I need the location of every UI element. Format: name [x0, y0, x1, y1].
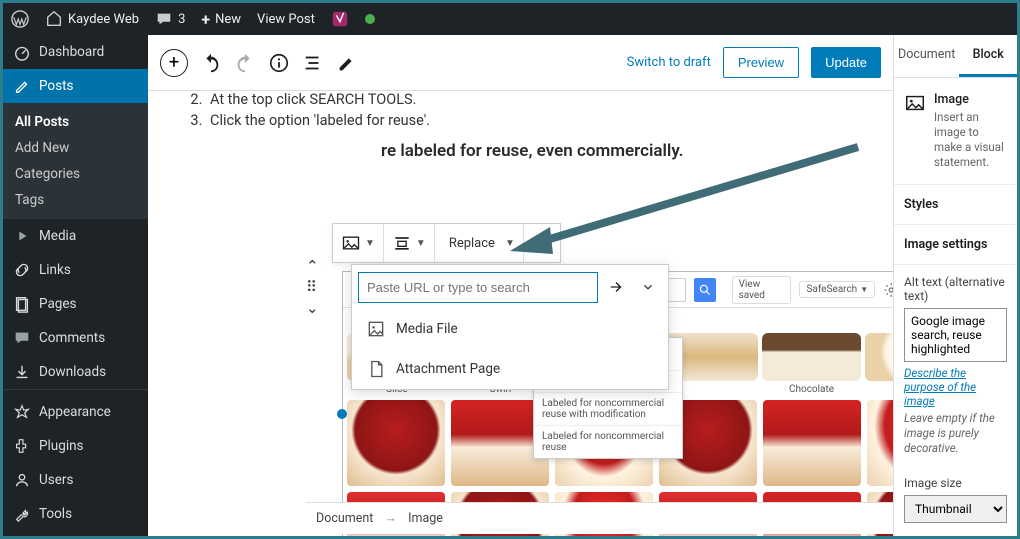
view-post[interactable]: View Post — [257, 12, 315, 27]
block-toolbar: ▼ ▼ Replace▼ — [332, 223, 561, 263]
heading[interactable]: re labeled for reuse, even commercially. — [381, 141, 893, 161]
block-breadcrumb: Document → Image — [306, 502, 893, 534]
link-url-input[interactable] — [358, 272, 598, 303]
move-down-button[interactable]: ⌄ — [306, 301, 319, 316]
sidebar-tools[interactable]: Tools — [3, 497, 148, 531]
image-result[interactable] — [347, 400, 445, 486]
sidebar-settings[interactable]: Settings — [3, 531, 148, 536]
menu-item[interactable]: Labeled for noncommercial reuse — [534, 426, 682, 458]
breadcrumb-document[interactable]: Document — [316, 511, 373, 526]
image-result[interactable] — [763, 400, 861, 486]
sidebar-posts[interactable]: Posts — [3, 69, 148, 103]
editor-topbar: + Switch to draft Preview Update — [148, 35, 893, 91]
admin-bar: Kaydee Web 3 +New View Post — [3, 3, 1017, 35]
new-content[interactable]: +New — [201, 10, 241, 29]
image-size-select[interactable]: Thumbnail — [904, 495, 1007, 523]
admin-sidebar: Dashboard Posts All Posts Add New Catego… — [3, 35, 148, 536]
sidebar-tags[interactable]: Tags — [3, 187, 148, 213]
sidebar-media[interactable]: Media — [3, 219, 148, 253]
link-button[interactable] — [524, 224, 560, 262]
alt-text-label: Alt text (alternative text) — [904, 275, 1007, 303]
align-button[interactable]: ▼ — [384, 224, 435, 262]
site-name[interactable]: Kaydee Web — [45, 10, 139, 28]
edit-button[interactable] — [336, 52, 358, 74]
google-settings-icon[interactable] — [883, 281, 893, 299]
sidebar-dashboard[interactable]: Dashboard — [3, 35, 148, 69]
tab-document[interactable]: Document — [894, 35, 959, 77]
list-item[interactable]: At the top click SEARCH TOOLS. — [206, 91, 893, 108]
styles-section[interactable]: Styles — [894, 185, 1017, 225]
menu-item[interactable]: Labeled for noncommercial reuse with mod… — [534, 393, 682, 426]
thumb-label — [707, 381, 709, 395]
block-type-button[interactable]: ▼ — [333, 224, 384, 262]
google-search-button[interactable] — [694, 278, 716, 302]
link-options-button[interactable] — [634, 271, 662, 303]
preview-button[interactable]: Preview — [723, 47, 799, 78]
resize-handle[interactable] — [337, 409, 347, 419]
info-button[interactable] — [268, 52, 290, 74]
sidebar-links[interactable]: Links — [3, 253, 148, 287]
sidebar-categories[interactable]: Categories — [3, 161, 148, 187]
sidebar-add-new[interactable]: Add New — [3, 135, 148, 161]
sidebar-comments[interactable]: Comments — [3, 321, 148, 355]
status-dot-icon — [365, 14, 375, 24]
sidebar-downloads[interactable]: Downloads — [3, 355, 148, 389]
safesearch[interactable]: SafeSearch ▼ — [799, 281, 875, 298]
link-attachment-page[interactable]: Attachment Page — [352, 349, 668, 389]
image-settings-section[interactable]: Image settings — [894, 225, 1017, 265]
block-title: Image — [934, 92, 1007, 107]
drag-handle[interactable]: ⠿ — [306, 280, 319, 295]
view-saved[interactable]: View saved — [732, 276, 792, 304]
image-result[interactable] — [867, 400, 893, 486]
yoast-icon[interactable] — [331, 10, 349, 28]
settings-sidebar: Document Block Image Insert an image to … — [893, 35, 1017, 536]
add-block-button[interactable]: + — [160, 49, 188, 77]
sidebar-all-posts[interactable]: All Posts — [3, 109, 148, 135]
sidebar-appearance[interactable]: Appearance — [3, 395, 148, 429]
link-media-file[interactable]: Media File — [352, 309, 668, 349]
image-size-label: Image size — [904, 476, 1007, 490]
replace-button[interactable]: Replace▼ — [435, 224, 524, 262]
image-icon — [904, 92, 926, 114]
tab-block[interactable]: Block — [959, 35, 1017, 77]
comments-count[interactable]: 3 — [155, 10, 185, 28]
alt-help-text: Leave empty if the image is purely decor… — [904, 411, 1007, 456]
submit-link-button[interactable] — [602, 271, 630, 303]
breadcrumb-image[interactable]: Image — [408, 511, 443, 526]
thumb-label: Chocolate — [789, 381, 834, 395]
update-button[interactable]: Update — [811, 47, 881, 78]
wp-logo[interactable] — [11, 10, 29, 28]
sidebar-plugins[interactable]: Plugins — [3, 429, 148, 463]
sidebar-users[interactable]: Users — [3, 463, 148, 497]
undo-button[interactable] — [200, 52, 222, 74]
redo-button[interactable] — [234, 52, 256, 74]
switch-to-draft[interactable]: Switch to draft — [627, 55, 711, 70]
list-item[interactable]: Click the option 'labeled for reuse'. — [206, 112, 893, 129]
alt-text-input[interactable]: Google image search, reuse highlighted — [904, 308, 1007, 362]
sidebar-pages[interactable]: Pages — [3, 287, 148, 321]
move-up-button[interactable]: ⌃ — [306, 259, 319, 274]
block-desc: Insert an image to make a visual stateme… — [934, 110, 1007, 170]
link-popover: Media File Attachment Page — [351, 264, 669, 390]
outline-button[interactable] — [302, 52, 324, 74]
alt-help-link[interactable]: Describe the purpose of the image — [904, 366, 1007, 408]
